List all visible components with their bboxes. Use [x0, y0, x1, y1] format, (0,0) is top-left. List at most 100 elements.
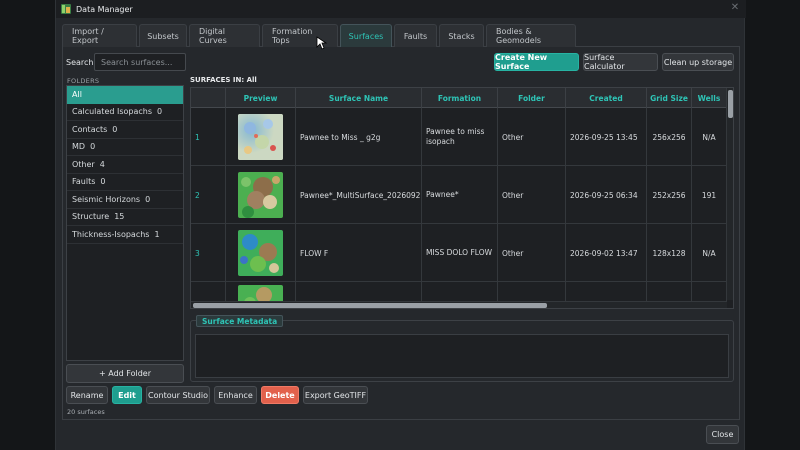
grid-size-cell: 256x256: [647, 108, 692, 166]
tab-surfaces[interactable]: Surfaces: [340, 24, 392, 47]
folder-name: MD: [72, 142, 86, 152]
folder-cell: Other: [498, 108, 566, 166]
surface-name-cell: FLOW F: [296, 224, 422, 282]
surfaces-header: SURFACES IN: All: [190, 76, 257, 84]
title-bar: Data Manager ✕: [56, 0, 746, 18]
row-index: 3: [191, 224, 226, 282]
surface-name-cell: Pawnee to Miss _ g2g: [296, 108, 422, 166]
surfaces-table: Preview Surface Name Formation Folder Cr…: [190, 87, 734, 309]
header-preview[interactable]: Preview: [226, 88, 296, 108]
folder-item-seismic-horizons[interactable]: Seismic Horizons 0: [67, 191, 183, 209]
enhance-button[interactable]: Enhance: [214, 386, 257, 404]
folder-name: Faults: [72, 177, 96, 187]
header-formation[interactable]: Formation: [422, 88, 498, 108]
wells-cell: N/A: [692, 108, 727, 166]
folders-header: FOLDERS: [67, 77, 100, 85]
folder-name: Structure: [72, 212, 110, 222]
export-geotiff-button[interactable]: Export GeoTIFF: [303, 386, 368, 404]
table-row[interactable]: 2 Pawnee*_MultiSurface_20260925_... Pawn…: [191, 166, 733, 224]
folder-count: 0: [90, 142, 96, 152]
surface-preview-thumbnail: [238, 230, 283, 276]
add-folder-button[interactable]: + Add Folder: [66, 364, 184, 383]
delete-button[interactable]: Delete: [261, 386, 299, 404]
app-icon: [61, 4, 71, 14]
surface-calculator-button[interactable]: Surface Calculator: [583, 53, 658, 71]
wells-cell: N/A: [692, 224, 727, 282]
folder-count: 0: [112, 124, 118, 134]
header-folder[interactable]: Folder: [498, 88, 566, 108]
folder-name: All: [72, 89, 82, 99]
folder-item-all[interactable]: All: [67, 86, 183, 104]
edit-button[interactable]: Edit: [112, 386, 142, 404]
folder-item-md[interactable]: MD 0: [67, 139, 183, 156]
tab-stacks[interactable]: Stacks: [439, 24, 484, 47]
vertical-scroll-thumb[interactable]: [728, 90, 733, 118]
folder-name: Contacts: [72, 124, 108, 134]
grid-size-cell: 252x256: [647, 166, 692, 224]
tab-subsets[interactable]: Subsets: [139, 24, 187, 47]
surface-metadata-title: Surface Metadata: [196, 315, 284, 327]
header-grid-size[interactable]: Grid Size: [647, 88, 692, 108]
folder-item-other[interactable]: Other 4: [67, 156, 183, 174]
wells-cell: 191: [692, 166, 727, 224]
header-surface-name[interactable]: Surface Name: [296, 88, 422, 108]
clean-up-storage-button[interactable]: Clean up storage: [662, 53, 734, 71]
created-cell: 2026-09-25 13:45: [566, 108, 647, 166]
folder-item-thickness-isopachs[interactable]: Thickness-Isopachs 1: [67, 226, 183, 244]
folder-item-faults[interactable]: Faults 0: [67, 174, 183, 191]
folder-count: 0: [157, 107, 163, 117]
header-created[interactable]: Created: [566, 88, 647, 108]
tab-digital-curves[interactable]: Digital Curves: [189, 24, 260, 47]
folder-count: 4: [99, 159, 105, 169]
folder-item-calculated-isopachs[interactable]: Calculated Isopachs 0: [67, 104, 183, 121]
tab-import-export[interactable]: Import / Export: [62, 24, 137, 47]
table-row[interactable]: 3 FLOW F MISS DOLO FLOW Other 2026-09-02…: [191, 224, 733, 282]
row-index: 1: [191, 108, 226, 166]
close-button[interactable]: Close: [706, 425, 739, 444]
folder-count: 0: [145, 194, 151, 204]
desktop-background-right: [745, 0, 800, 450]
vertical-scrollbar[interactable]: [726, 88, 733, 300]
preview-cell: [226, 166, 296, 224]
search-input[interactable]: [94, 53, 186, 71]
table-header: Preview Surface Name Formation Folder Cr…: [191, 88, 733, 108]
tab-bodies-geomodels[interactable]: Bodies & Geomodels: [486, 24, 576, 47]
tab-faults[interactable]: Faults: [394, 24, 437, 47]
folders-list: All Calculated Isopachs 0 Contacts 0 MD 0 O…: [66, 85, 184, 361]
horizontal-scroll-thumb[interactable]: [193, 303, 547, 308]
desktop-background-left: [0, 0, 55, 450]
formation-cell: Pawnee to miss isopach: [422, 108, 498, 166]
folder-count: 0: [100, 177, 106, 187]
header-index: [191, 88, 226, 108]
created-cell: 2026-09-25 06:34: [566, 166, 647, 224]
window-title: Data Manager: [76, 4, 133, 14]
folder-name: Other: [72, 159, 95, 169]
folder-item-contacts[interactable]: Contacts 0: [67, 121, 183, 139]
mouse-cursor-icon: [316, 36, 328, 50]
row-index: 2: [191, 166, 226, 224]
folder-cell: Other: [498, 166, 566, 224]
table-row[interactable]: 1 Pawnee to Miss _ g2g Pawnee to miss is…: [191, 108, 733, 166]
surface-count-status: 20 surfaces: [67, 408, 105, 416]
folder-name: Thickness-Isopachs: [72, 229, 150, 239]
formation-cell: Pawnee*: [422, 166, 498, 224]
folder-cell: Other: [498, 224, 566, 282]
formation-cell: MISS DOLO FLOW: [422, 224, 498, 282]
surface-preview-thumbnail: [238, 114, 283, 160]
preview-cell: [226, 224, 296, 282]
window-close-icon[interactable]: ✕: [729, 2, 741, 14]
folder-name: Seismic Horizons: [72, 194, 141, 204]
create-new-surface-button[interactable]: Create New Surface: [494, 53, 579, 71]
rename-button[interactable]: Rename: [66, 386, 108, 404]
surface-name-cell: Pawnee*_MultiSurface_20260925_...: [296, 166, 422, 224]
grid-size-cell: 128x128: [647, 224, 692, 282]
folder-item-structure[interactable]: Structure 15: [67, 209, 183, 226]
header-wells[interactable]: Wells: [692, 88, 727, 108]
contour-studio-button[interactable]: Contour Studio: [146, 386, 210, 404]
created-cell: 2026-09-02 13:47: [566, 224, 647, 282]
search-label: Search:: [66, 58, 97, 67]
folder-name: Calculated Isopachs: [72, 107, 153, 117]
folder-count: 15: [114, 212, 125, 222]
horizontal-scrollbar[interactable]: [191, 301, 727, 308]
preview-cell: [226, 108, 296, 166]
